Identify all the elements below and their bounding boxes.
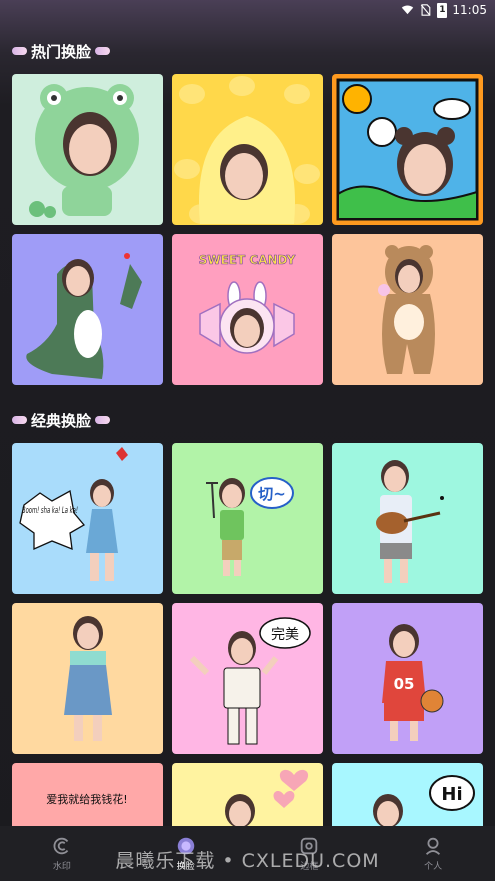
ukulele-illustration	[332, 443, 483, 594]
overalls-illustration	[12, 603, 163, 754]
boom-shakalaka-label: Boom! sha ka! La ka!	[22, 506, 78, 516]
hi-label: Hi	[441, 784, 462, 805]
tile-basketball[interactable]: 05	[332, 603, 483, 754]
wifi-icon	[402, 5, 414, 15]
comic-window-illustration	[332, 74, 483, 225]
pill-decoration-icon	[95, 416, 111, 424]
perfect-label: 完美	[271, 627, 299, 643]
boom-shakalaka-illustration: Boom! sha ka! La ka!	[12, 443, 163, 594]
pill-decoration-icon	[12, 416, 27, 424]
section-title-hot: 热门换脸	[12, 41, 111, 61]
section-title-classic: 经典换脸	[12, 410, 111, 430]
battery-indicator: 1	[437, 2, 448, 18]
tile-boom-shakalaka[interactable]: Boom! sha ka! La ka!	[12, 443, 163, 594]
tile-duck-costume[interactable]	[172, 74, 323, 225]
sweet-candy-illustration: SWEET CANDY	[172, 234, 323, 385]
no-sim-icon	[421, 4, 431, 16]
tile-sweet-candy[interactable]: SWEET CANDY	[172, 234, 323, 385]
tile-bear-costume[interactable]	[332, 234, 483, 385]
tile-perfect[interactable]: 完美	[172, 603, 323, 754]
tile-overalls[interactable]	[12, 603, 163, 754]
section-title-classic-text: 经典换脸	[31, 411, 92, 430]
duck-costume-illustration	[172, 74, 323, 225]
cut-sign-illustration: 切~	[172, 443, 323, 594]
tile-dinosaur-costume[interactable]	[12, 234, 163, 385]
jersey-number-label: 05	[394, 675, 415, 693]
tile-ukulele[interactable]	[332, 443, 483, 594]
perfect-illustration: 完美	[172, 603, 323, 754]
status-bar: 1 11:05	[0, 0, 495, 20]
dinosaur-costume-illustration	[12, 234, 163, 385]
tile-comic-window[interactable]	[332, 74, 483, 225]
pill-decoration-icon	[12, 47, 27, 55]
basketball-illustration: 05	[332, 603, 483, 754]
watermark-overlay: 晨曦乐下载 • CXLEDU.COM	[115, 850, 380, 872]
tile-frog-costume[interactable]	[12, 74, 163, 225]
sweet-candy-label: SWEET CANDY	[199, 253, 296, 267]
tile-cut-sign[interactable]: 切~	[172, 443, 323, 594]
section-title-hot-text: 热门换脸	[31, 42, 92, 61]
clock: 11:05	[452, 3, 487, 17]
frog-costume-illustration	[12, 74, 163, 225]
bear-costume-illustration	[332, 234, 483, 385]
love-text-label: 爱我就给我钱花!	[46, 792, 127, 806]
pill-decoration-icon	[95, 47, 111, 55]
cut-sign-label: 切~	[258, 485, 286, 503]
